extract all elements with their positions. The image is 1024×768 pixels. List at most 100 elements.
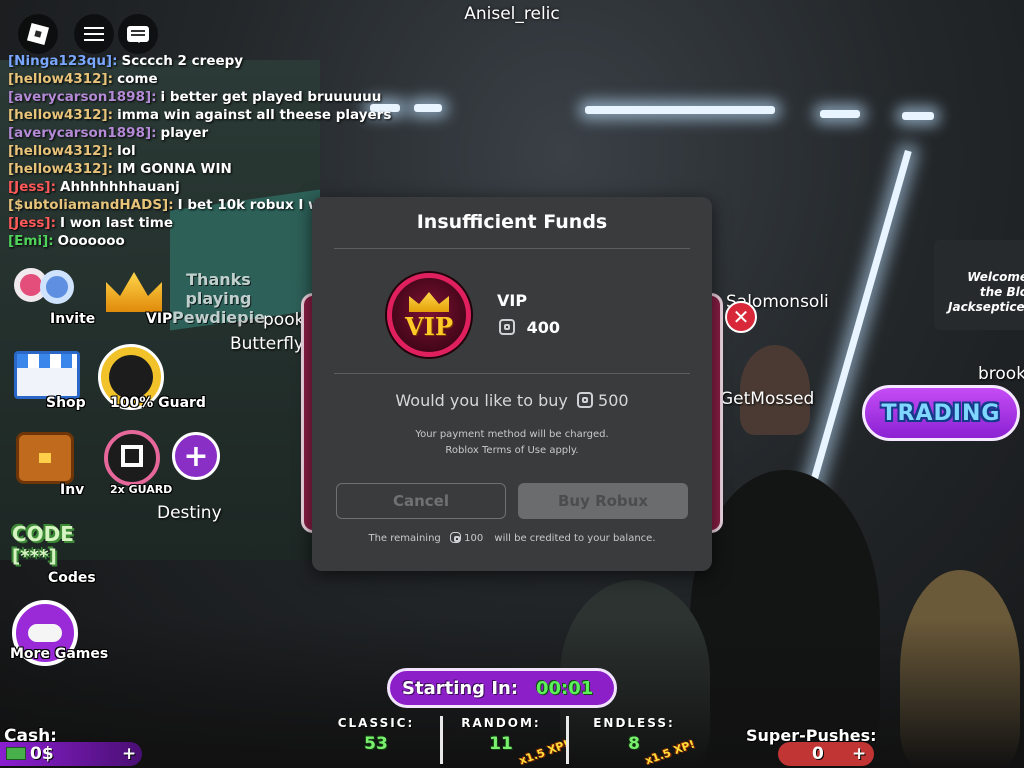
remaining-prefix: The remaining bbox=[368, 533, 441, 544]
codes-button[interactable]: CODE [***] Codes bbox=[8, 520, 108, 588]
chat-message: IM GONNA WIN bbox=[117, 161, 232, 177]
chat-author[interactable]: [hellow4312]: bbox=[8, 107, 113, 123]
ceiling-light bbox=[585, 106, 775, 114]
dialog-title: Insufficient Funds bbox=[416, 211, 608, 233]
shop-label: Shop bbox=[46, 395, 86, 411]
two-guard-label: 2x GUARD bbox=[110, 483, 173, 496]
chat-line: [averycarson1898]: player bbox=[8, 124, 368, 142]
starting-timer: Starting In: 00:01 bbox=[387, 668, 617, 708]
mode-classic: CLASSIC: 53 bbox=[316, 716, 436, 754]
welcome-sign: Welcome the Blo Jacksepticeye bbox=[948, 270, 1024, 314]
vip-label: VIP bbox=[146, 311, 173, 327]
buy-robux-button[interactable]: Buy Robux bbox=[518, 483, 688, 519]
add-cash-button[interactable]: + bbox=[122, 744, 136, 764]
chat-icon bbox=[127, 26, 149, 43]
square-guard-icon bbox=[104, 430, 160, 486]
chat-message: lol bbox=[117, 143, 136, 159]
robux-icon bbox=[449, 532, 461, 543]
divider bbox=[334, 248, 690, 249]
code-title: CODE bbox=[12, 522, 74, 546]
buy-question: Would you like to buy 500 bbox=[312, 391, 712, 410]
mode-count: 53 bbox=[364, 734, 388, 754]
add-super-pushes-button[interactable]: + bbox=[852, 744, 866, 764]
chat-message: I won last time bbox=[60, 215, 174, 231]
invite-button[interactable]: Invite bbox=[8, 264, 98, 332]
diagonal-light bbox=[797, 150, 912, 527]
remaining-suffix: will be credited to your balance. bbox=[494, 533, 656, 544]
money-icon bbox=[6, 747, 26, 760]
starting-label: Starting In: bbox=[402, 678, 519, 699]
chat-message: Ahhhhhhhauanj bbox=[60, 179, 180, 195]
question-text: Would you like to buy bbox=[395, 391, 568, 410]
thanks-sign: Thanks playing Pewdiepie bbox=[172, 270, 265, 327]
chat-author[interactable]: [Jess]: bbox=[8, 215, 56, 231]
chat-line: [hellow4312]: imma win against all theese… bbox=[8, 106, 391, 124]
chat-message: come bbox=[117, 71, 158, 87]
chat-author[interactable]: [Emi]: bbox=[8, 233, 54, 249]
thanks-line: Thanks bbox=[186, 270, 251, 289]
codes-label: Codes bbox=[48, 570, 96, 586]
divider bbox=[334, 373, 690, 374]
thanks-line: Pewdiepie bbox=[172, 308, 265, 327]
add-guard-button[interactable]: + bbox=[172, 432, 220, 480]
invite-label: Invite bbox=[50, 311, 96, 327]
vip-button[interactable]: VIP bbox=[100, 266, 180, 330]
chat-message: Ooooooo bbox=[57, 233, 125, 249]
chat-line: [hellow4312]: IM GONNA WIN bbox=[8, 160, 368, 178]
chat-author[interactable]: [Ninga123qu]: bbox=[8, 53, 118, 69]
close-shop-button[interactable]: ✕ bbox=[725, 301, 757, 333]
terms-link[interactable]: Roblox Terms of Use apply. bbox=[312, 445, 712, 456]
more-games-label: More Games bbox=[10, 646, 109, 662]
item-name: VIP bbox=[497, 291, 528, 310]
super-pushes-value: 0 bbox=[812, 744, 824, 764]
mode-name: CLASSIC: bbox=[337, 716, 415, 730]
mode-name: RANDOM: bbox=[461, 716, 541, 730]
purchase-dialog: Insufficient Funds VIP VIP 400 Would you… bbox=[312, 197, 712, 571]
plus-icon: + bbox=[183, 438, 209, 474]
starting-time: 00:01 bbox=[536, 678, 594, 699]
ceiling-light bbox=[902, 112, 934, 120]
code-stars: [***] bbox=[12, 546, 57, 567]
guard-button[interactable]: 100% Guard bbox=[96, 342, 206, 414]
chat-line: [Ninga123qu]: Scccch 2 creepy bbox=[8, 52, 368, 70]
chat-line: [averycarson1898]: i better get played br… bbox=[8, 88, 381, 106]
chat-author[interactable]: [hellow4312]: bbox=[8, 143, 113, 159]
shop-button[interactable]: Shop bbox=[8, 345, 94, 413]
trading-button[interactable]: TRADING bbox=[862, 385, 1020, 441]
player-tag: Destiny bbox=[157, 503, 222, 523]
chat-message: Scccch 2 creepy bbox=[121, 53, 244, 69]
chat-author[interactable]: [$ubtoliamandHADS]: bbox=[8, 197, 174, 213]
chat-line: [hellow4312]: lol bbox=[8, 142, 368, 160]
chat-message: imma win against all theese players bbox=[117, 107, 392, 123]
thanks-line: playing bbox=[185, 289, 252, 308]
guard-label: 100% Guard bbox=[110, 395, 206, 411]
payment-note: Your payment method will be charged. bbox=[415, 429, 609, 440]
chest-icon bbox=[16, 432, 74, 484]
ceiling-light bbox=[414, 104, 442, 112]
more-games-button[interactable]: More Games bbox=[8, 600, 118, 666]
chat-author[interactable]: [hellow4312]: bbox=[8, 161, 113, 177]
chat-author[interactable]: [averycarson1898]: bbox=[8, 89, 157, 105]
crown-icon bbox=[106, 272, 162, 312]
ceiling-light bbox=[820, 110, 860, 118]
chat-author[interactable]: [hellow4312]: bbox=[8, 71, 113, 87]
player-tag: Butterfly bbox=[230, 334, 304, 354]
chat-author[interactable]: [Jess]: bbox=[8, 179, 56, 195]
remaining-amount: 100 bbox=[464, 533, 484, 544]
person-icon bbox=[40, 270, 74, 304]
inventory-button[interactable]: Inv bbox=[10, 428, 94, 498]
inventory-label: Inv bbox=[60, 482, 85, 498]
close-icon: ✕ bbox=[732, 305, 750, 329]
chat-message: i better get played bruuuuuu bbox=[160, 89, 382, 105]
mode-name: ENDLESS: bbox=[593, 716, 675, 730]
cancel-button[interactable]: Cancel bbox=[336, 483, 506, 519]
chat-line: [hellow4312]: come bbox=[8, 70, 368, 88]
player-tag: GetMossed bbox=[720, 389, 815, 409]
chat-author[interactable]: [averycarson1898]: bbox=[8, 125, 157, 141]
player-tag: brook bbox=[978, 364, 1024, 384]
player-tag: pook bbox=[263, 310, 305, 330]
shop-icon bbox=[14, 351, 80, 399]
player-username: Anisel_relic bbox=[464, 4, 560, 24]
vip-badge-icon: VIP bbox=[387, 273, 471, 357]
vip-badge-text: VIP bbox=[405, 312, 453, 341]
